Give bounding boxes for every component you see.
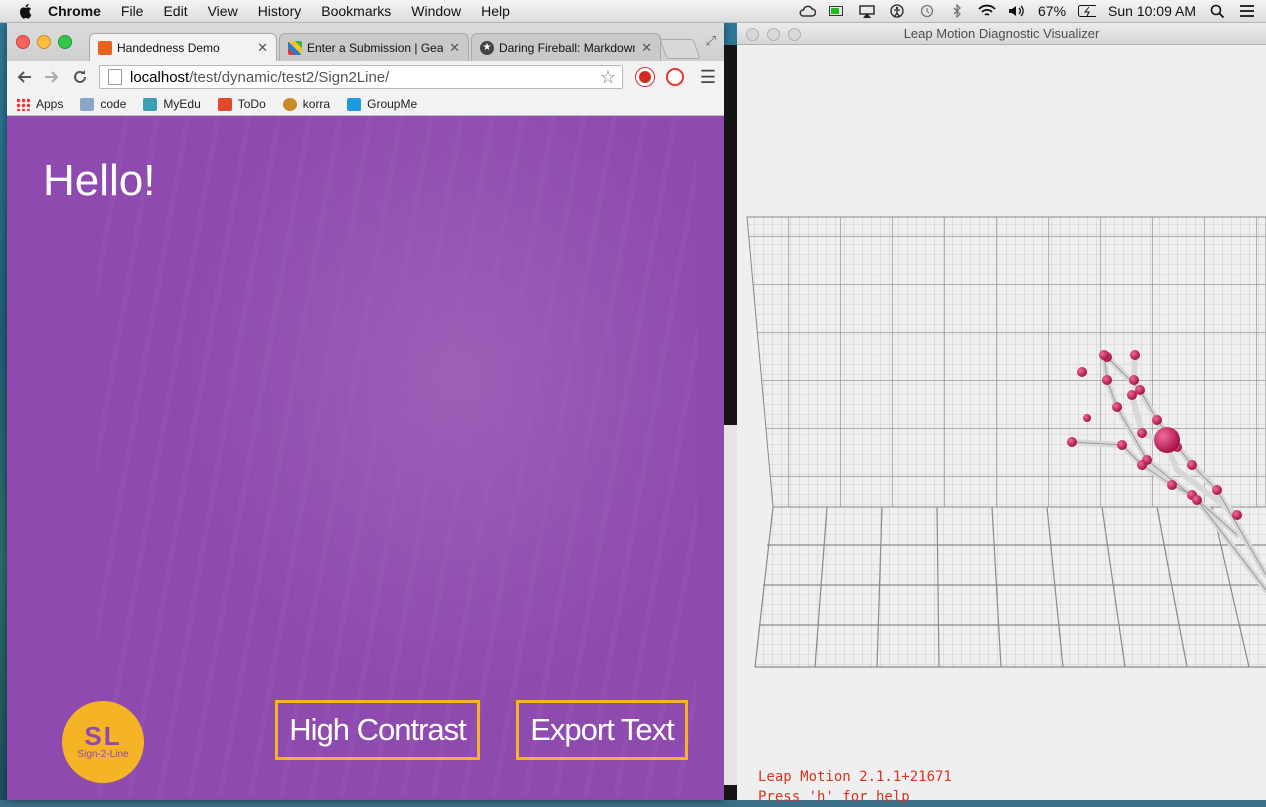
bluetooth-icon[interactable] [948,4,966,18]
url-path: /test/dynamic/test2/Sign2Line/ [189,68,390,86]
block-extension-icon[interactable] [666,68,684,86]
xampp-icon [98,40,112,55]
logo-mark: SL [84,721,122,751]
battery-icon[interactable] [1078,4,1097,18]
menu-view[interactable]: View [208,3,238,19]
close-tab-icon[interactable]: ✕ [449,40,460,56]
creative-cloud-icon[interactable] [798,4,817,18]
high-contrast-button[interactable]: High Contrast [275,700,480,760]
window-controls [16,35,72,49]
accessibility-icon[interactable] [888,4,906,18]
browser-toolbar: localhost/test/dynamic/test2/Sign2Line/ … [7,61,724,93]
bookmark-label: Apps [36,97,64,111]
close-tab-icon[interactable]: ✕ [641,40,652,56]
groupme-icon [347,97,362,111]
leap-status-text: Leap Motion 2.1.1+21671 Press 'h' for he… [758,767,952,807]
volume-icon[interactable] [1008,4,1026,18]
bookmark-apps[interactable]: Apps [16,97,63,111]
zoom-window-button[interactable] [58,35,72,49]
tab-label: Enter a Submission | Geau [307,40,444,55]
sign2line-logo: SL Sign-2-Line [62,701,144,783]
zoom-window-button[interactable] [788,28,801,41]
minimize-window-button[interactable] [767,28,780,41]
bookmarks-bar: Apps code MyEdu ToDo korra GroupMe [7,93,724,116]
spotlight-search-icon[interactable] [1208,4,1226,18]
wifi-icon[interactable] [978,4,996,18]
logo-subtitle: Sign-2-Line [77,749,129,760]
bookmark-todo[interactable]: ToDo [217,97,266,111]
apps-grid-icon [16,97,30,111]
tab-handedness-demo[interactable]: Handedness Demo ✕ [89,33,277,61]
airplay-icon[interactable] [858,4,876,18]
close-window-button[interactable] [746,28,759,41]
address-bar[interactable]: localhost/test/dynamic/test2/Sign2Line/ … [99,65,623,89]
bookmark-groupme[interactable]: GroupMe [347,97,417,111]
chrome-menu-icon[interactable]: ☰ [700,67,716,88]
url-host: localhost [130,68,190,86]
time-machine-icon[interactable] [918,4,936,18]
leap-window-title: Leap Motion Diagnostic Visualizer [903,26,1100,41]
back-arrow-icon[interactable] [13,66,35,88]
menu-bookmarks[interactable]: Bookmarks [321,3,391,19]
menu-app-chrome[interactable]: Chrome [48,3,101,19]
graduation-cap-icon [143,97,158,111]
bookmark-korra[interactable]: korra [282,97,331,111]
tab-daring-fireball[interactable]: ★ Daring Fireball: Markdown ✕ [471,33,661,61]
menu-bar: Chrome File Edit View History Bookmarks … [0,0,1266,23]
floor-grid [755,507,1266,667]
leap-version: Leap Motion 2.1.1+21671 [758,769,952,785]
web-page: Hello! SL Sign-2-Line High Contrast Expo… [7,116,724,800]
tiger-background-image [97,116,697,796]
folder-icon [80,97,95,111]
korra-icon [282,97,297,111]
menu-help[interactable]: Help [481,3,510,19]
tab-strip: Handedness Demo ✕ Enter a Submission | G… [7,23,724,61]
notification-center-icon[interactable] [1238,4,1256,18]
battery-percent[interactable]: 67% [1038,3,1066,19]
forward-arrow-icon[interactable] [41,66,63,88]
grid-and-hand-scene [746,216,1266,668]
close-tab-icon[interactable]: ✕ [257,40,268,56]
bookmark-label: code [100,97,127,111]
tab-enter-submission[interactable]: Enter a Submission | Geau ✕ [279,33,469,61]
window-controls [746,28,801,41]
menu-history[interactable]: History [258,3,302,19]
pinwheel-icon [288,40,302,55]
menu-window[interactable]: Window [411,3,461,19]
leap-help-hint: Press 'h' for help [758,789,910,805]
visualizer-canvas[interactable]: Leap Motion 2.1.1+21671 Press 'h' for he… [737,45,1266,805]
greeting-heading: Hello! [43,156,156,205]
page-icon [108,69,122,85]
close-window-button[interactable] [16,35,30,49]
menu-edit[interactable]: Edit [163,3,187,19]
tab-label: Handedness Demo [117,40,220,55]
tab-label: Daring Fireball: Markdown [499,40,636,55]
bookmark-label: MyEdu [163,97,201,111]
bookmark-myedu[interactable]: MyEdu [143,97,201,111]
menubar-clock[interactable]: Sun 10:09 AM [1108,3,1196,19]
bookmark-star-icon[interactable]: ☆ [600,67,616,88]
bookmark-label: GroupMe [367,97,418,111]
fullscreen-icon[interactable]: ⤢ [706,33,716,49]
leap-title-bar: Leap Motion Diagnostic Visualizer [737,23,1266,45]
adblock-extension-icon[interactable] [636,68,654,86]
leap-motion-window: Leap Motion Diagnostic Visualizer Leap M… [737,23,1266,805]
palm-sphere [1154,427,1180,453]
apple-menu-icon[interactable] [18,3,34,19]
star-icon: ★ [480,40,494,55]
new-tab-button[interactable] [659,39,701,59]
bookmark-label: korra [302,97,331,111]
battery-status-icon[interactable] [828,4,846,18]
menu-file[interactable]: File [121,3,144,19]
bookmark-label: ToDo [237,97,266,111]
reload-icon[interactable] [69,66,91,88]
export-text-button[interactable]: Export Text [516,700,688,760]
todo-icon [217,97,232,111]
chrome-window: Handedness Demo ✕ Enter a Submission | G… [7,23,724,800]
minimize-window-button[interactable] [37,35,51,49]
bookmark-code[interactable]: code [80,97,126,111]
